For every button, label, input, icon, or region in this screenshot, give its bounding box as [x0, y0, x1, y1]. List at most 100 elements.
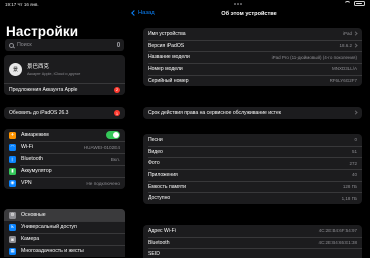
software-update-row[interactable]: Обновить до iPadOS 26.3 1 — [4, 107, 125, 119]
wifi-row[interactable]: ◠ Wi-Fi HUAWEI-0102E4 — [4, 141, 125, 153]
seid-row[interactable]: SEID — [143, 248, 362, 258]
camera-icon: ◙ — [9, 235, 16, 243]
gear-icon: ⚙ — [9, 211, 16, 219]
info-label: Серийный номер — [148, 77, 189, 84]
info-value: iPad Pro (11-дюймовый) (4-го поколения) — [271, 54, 357, 60]
media-value: 51 — [351, 149, 357, 155]
general-card: ⚙ Основные ♿ Универсальный доступ ◙ Каме… — [4, 209, 125, 257]
page-title: Настройки — [6, 24, 79, 39]
sidebar-item-multitasking[interactable]: ▦ Многозадачность и жесты — [4, 245, 125, 257]
network-value: 4C:2E:B4:65:E1:38 — [318, 240, 357, 246]
chevron-right-icon — [353, 43, 358, 48]
software-update-badge: 1 — [114, 110, 120, 116]
media-value: 272 — [349, 160, 357, 166]
airplane-icon: ✈ — [9, 131, 16, 139]
media-label: Емкость памяти — [148, 183, 186, 190]
media-label: Песни — [148, 136, 163, 143]
media-value: 128 ГБ — [342, 184, 357, 190]
settings-sidebar: Настройки Поиск 景 景巴西克 Аккаунт Apple, iC… — [0, 0, 129, 258]
wifi-icon: ◠ — [9, 143, 16, 151]
media-value: 40 — [351, 172, 357, 178]
airplane-mode-toggle[interactable] — [106, 131, 120, 139]
network-value: 4C:2E:B4:6F:54:97 — [318, 228, 357, 234]
media-label: Доступно — [148, 195, 171, 202]
model-name-row: Название модели iPad Pro (11-дюймовый) (… — [143, 51, 362, 63]
serial-number-row[interactable]: Серийный номер RF6LY6G2F7 — [143, 74, 362, 87]
bluetooth-address-row[interactable]: Bluetooth 4C:2E:B4:65:E1:38 — [143, 236, 362, 249]
wifi-label: Wi-Fi — [21, 144, 34, 150]
vpn-row[interactable]: ◉ VPN Не подключено — [4, 177, 125, 189]
apple-account-row[interactable]: 景 景巴西克 Аккаунт Apple, iCloud и другое — [4, 55, 125, 83]
microphone-icon[interactable] — [117, 42, 120, 47]
account-name: 景巴西克 — [27, 64, 50, 71]
service-card: Срок действия права на сервисное обслужи… — [143, 107, 362, 119]
account-suggestions-badge: 2 — [114, 86, 120, 93]
capacity-row: Емкость памяти 128 ГБ — [143, 180, 362, 193]
info-label: Версия iPadOS — [148, 42, 185, 49]
multitasking-icon: ▦ — [9, 247, 16, 255]
available-row: Доступно 1,18 ГБ — [143, 192, 362, 204]
network-label: SEID — [148, 251, 160, 258]
connectivity-card: ✈ Авиарежим ◠ Wi-Fi HUAWEI-0102E4 ᛒ Blue… — [4, 129, 125, 189]
sidebar-item-multitasking-label: Многозадачность и жесты — [21, 248, 84, 254]
account-suggestions-label: Предложения Аккаунта Apple — [9, 86, 78, 93]
videos-row: Видео 51 — [143, 145, 362, 158]
sidebar-item-general-label: Основные — [21, 212, 46, 218]
sidebar-item-general[interactable]: ⚙ Основные — [4, 209, 125, 221]
account-subtitle: Аккаунт Apple, iCloud и другое — [27, 71, 81, 76]
media-value: 0 — [354, 137, 357, 143]
battery-label: Аккумулятор — [21, 168, 52, 174]
model-number-row[interactable]: Номер модели MNXD3LL/A — [143, 63, 362, 75]
search-placeholder: Поиск — [17, 42, 32, 48]
search-icon — [9, 42, 14, 48]
media-label: Приложения — [148, 171, 178, 178]
bluetooth-row[interactable]: ᛒ Bluetooth Вкл. — [4, 153, 125, 165]
info-value: iPad — [342, 31, 352, 37]
accessibility-icon: ♿ — [9, 223, 16, 231]
multitasking-dots[interactable] — [234, 3, 242, 5]
service-coverage-row[interactable]: Срок действия права на сервисное обслужи… — [143, 107, 362, 119]
songs-row: Песни 0 — [143, 134, 362, 146]
airplane-mode-row[interactable]: ✈ Авиарежим — [4, 129, 125, 141]
wifi-value: HUAWEI-0102E4 — [83, 144, 120, 150]
sidebar-item-camera[interactable]: ◙ Камера — [4, 233, 125, 245]
battery-icon: ▮ — [9, 167, 16, 175]
network-label: Bluetooth — [148, 239, 170, 246]
media-card: Песни 0 Видео 51 Фото 272 Приложения 40 … — [143, 134, 362, 205]
device-name-row[interactable]: Имя устройства iPad — [143, 28, 362, 40]
vpn-icon: ◉ — [9, 179, 16, 187]
account-card: 景 景巴西克 Аккаунт Apple, iCloud и другое Пр… — [4, 55, 125, 95]
vpn-value: Не подключено — [86, 180, 120, 186]
service-coverage-label: Срок действия права на сервисное обслужи… — [148, 109, 282, 116]
apps-row: Приложения 40 — [143, 169, 362, 181]
device-info-card: Имя устройства iPad Версия iPadOS 18.6.2… — [143, 28, 362, 87]
network-label: Адрес Wi-Fi — [148, 227, 176, 234]
update-card: Обновить до iPadOS 26.3 1 — [4, 107, 125, 119]
ipados-version-row[interactable]: Версия iPadOS 18.6.2 — [143, 39, 362, 52]
info-value: RF6LY6G2F7 — [329, 78, 357, 84]
info-value: MNXD3LL/A — [331, 66, 357, 72]
battery-row[interactable]: ▮ Аккумулятор — [4, 165, 125, 177]
info-label: Номер модели — [148, 65, 183, 72]
media-label: Видео — [148, 148, 163, 155]
sidebar-item-accessibility-label: Универсальный доступ — [21, 224, 77, 230]
bluetooth-label: Bluetooth — [21, 156, 43, 162]
info-label: Название модели — [148, 54, 190, 61]
avatar: 景 — [9, 62, 22, 76]
media-label: Фото — [148, 160, 160, 167]
info-value: 18.6.2 — [339, 43, 352, 49]
media-value: 1,18 ГБ — [341, 195, 357, 201]
vpn-label: VPN — [21, 180, 32, 186]
search-field[interactable]: Поиск — [5, 39, 124, 51]
bluetooth-icon: ᛒ — [9, 155, 16, 163]
sidebar-item-accessibility[interactable]: ♿ Универсальный доступ — [4, 221, 125, 233]
chevron-right-icon — [353, 110, 358, 115]
chevron-right-icon — [353, 31, 358, 36]
wifi-address-row[interactable]: Адрес Wi-Fi 4C:2E:B4:6F:54:97 — [143, 225, 362, 237]
software-update-label: Обновить до iPadOS 26.3 — [9, 110, 69, 116]
photos-row: Фото 272 — [143, 157, 362, 169]
about-panel: Назад Об этом устройстве Имя устройства … — [129, 0, 370, 258]
account-suggestions-row[interactable]: Предложения Аккаунта Apple 2 — [4, 83, 125, 95]
info-label: Имя устройства — [148, 30, 186, 37]
airplane-mode-label: Авиарежим — [21, 132, 49, 138]
